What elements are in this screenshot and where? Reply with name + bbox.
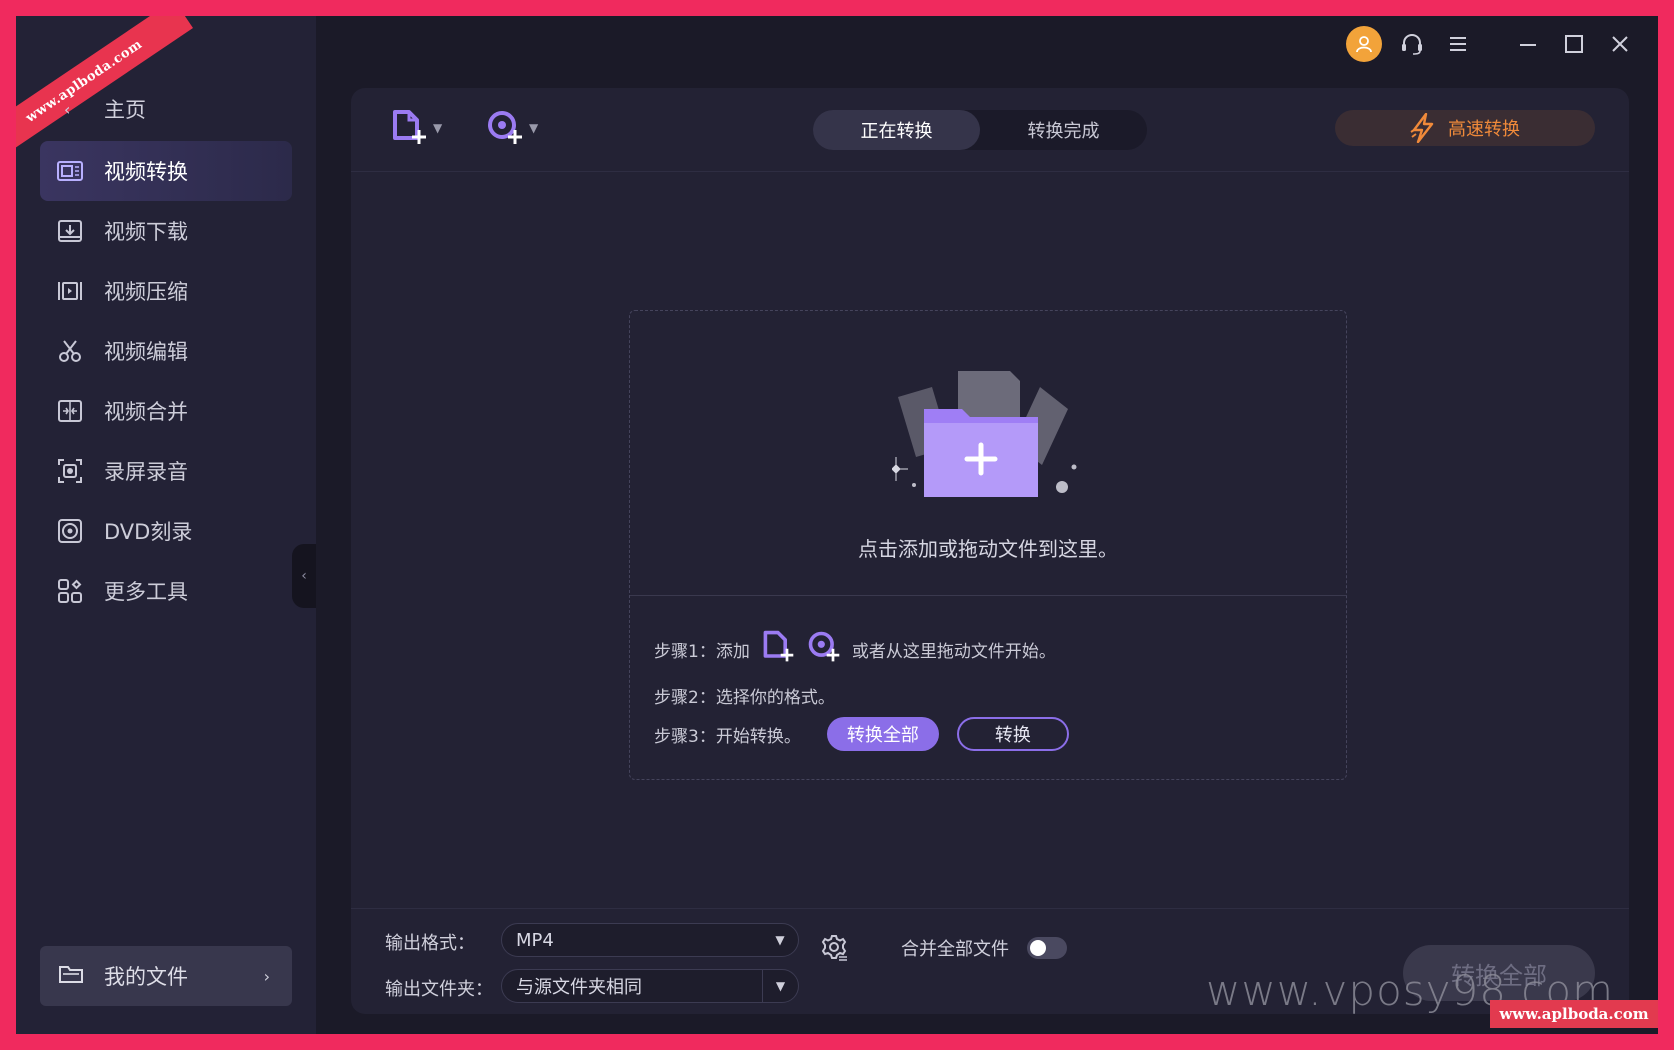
folder-plus-icon [884, 371, 1077, 497]
close-button[interactable] [1604, 28, 1636, 60]
settings-gear-icon [821, 935, 847, 961]
minimize-button[interactable] [1512, 28, 1544, 60]
add-file-icon[interactable] [760, 629, 796, 670]
window-controls [1346, 26, 1636, 62]
home-link[interactable]: ‹ 主页 [64, 94, 146, 124]
format-settings-button[interactable] [819, 933, 849, 967]
sidebar-nav: 视频转换 视频下载 视频压缩 视频编辑 视频合并 录屏录音 DVD刻录 更多工具 [40, 141, 292, 621]
support-button[interactable] [1396, 28, 1428, 60]
step3-text: 步骤3：开始转换。 [654, 726, 801, 747]
merge-all-files: 合并全部文件 [901, 935, 1067, 961]
screen-record-icon [56, 457, 84, 485]
step2-text: 步骤2：选择你的格式。 [654, 688, 835, 708]
sidebar-item-video-compress[interactable]: 视频压缩 [40, 261, 292, 321]
add-dvd-button[interactable]: ▼ [485, 108, 538, 148]
main-panel: ▼ ▼ 正在转换 转换完成 高速转换 点击添加或拖动文件到这里。 步骤1：添加 … [351, 88, 1629, 1014]
hamburger-menu-icon [1450, 37, 1466, 51]
sidebar-item-label: 视频下载 [104, 220, 188, 244]
add-disc-icon [488, 111, 522, 144]
compress-icon [56, 277, 84, 305]
chevron-down-icon: ▼ [775, 933, 785, 947]
tab-finished[interactable]: 转换完成 [980, 110, 1147, 150]
step-3: 步骤3：开始转换。 转换全部 转换 [654, 717, 1069, 751]
menu-button[interactable] [1442, 28, 1474, 60]
sidebar-item-screen-record[interactable]: 录屏录音 [40, 441, 292, 501]
app-window: www.aplboda.com ‹ 主页 视频转换 视频下载 视频压缩 视频编辑… [16, 16, 1658, 1034]
convert-button[interactable]: 转换 [956, 717, 1069, 751]
my-files-label: 我的文件 [104, 965, 188, 989]
sidebar-item-label: 录屏录音 [104, 460, 188, 484]
minimize-icon [1520, 44, 1536, 46]
turbo-convert-button[interactable]: 高速转换 [1335, 110, 1595, 146]
headset-icon [1402, 33, 1422, 55]
merge-icon [56, 397, 84, 425]
sidebar-item-video-download[interactable]: 视频下载 [40, 201, 292, 261]
sidebar-item-label: 视频编辑 [104, 340, 188, 364]
toggle-knob [1030, 940, 1046, 956]
folder-icon [58, 963, 84, 990]
chevron-left-icon: ‹ [64, 99, 71, 119]
convert-all-button[interactable]: 转换全部 [826, 717, 939, 751]
close-icon [1612, 36, 1628, 52]
chevron-right-icon: › [263, 966, 270, 986]
sidebar-collapse-handle[interactable]: ‹ [292, 544, 316, 608]
turbo-convert-label: 高速转换 [1448, 119, 1520, 140]
add-file-icon [393, 110, 426, 144]
step1-suffix: 或者从这里拖动文件开始。 [851, 642, 1056, 662]
user-icon [1356, 36, 1372, 53]
toolbar: ▼ ▼ 正在转换 转换完成 高速转换 [351, 88, 1629, 172]
sidebar-item-label: 更多工具 [104, 580, 188, 604]
sidebar-item-more-tools[interactable]: 更多工具 [40, 561, 292, 621]
folder-add-illustration[interactable] [884, 369, 1088, 505]
home-label: 主页 [104, 98, 146, 122]
step-1: 步骤1：添加 或者从这里拖动文件开始。 [654, 629, 1056, 670]
drop-zone[interactable]: 点击添加或拖动文件到这里。 步骤1：添加 或者从这里拖动文件开始。 步骤2：选择… [629, 310, 1347, 780]
sidebar: www.aplboda.com ‹ 主页 视频转换 视频下载 视频压缩 视频编辑… [16, 16, 316, 1034]
tab-converting[interactable]: 正在转换 [813, 110, 980, 150]
step-2: 步骤2：选择你的格式。 [654, 683, 835, 708]
chevron-left-icon: ‹ [301, 568, 307, 584]
merge-toggle[interactable] [1027, 937, 1067, 959]
output-folder-label: 输出文件夹： [385, 979, 493, 1000]
grid-icon [56, 577, 84, 605]
sidebar-item-label: 视频合并 [104, 400, 188, 424]
maximize-icon [1565, 35, 1583, 53]
sidebar-item-video-convert[interactable]: 视频转换 [40, 141, 292, 201]
chevron-down-icon[interactable]: ▼ [433, 121, 442, 135]
divider [630, 595, 1346, 596]
output-format-select[interactable]: MP4 ▼ [501, 923, 799, 957]
add-files-button[interactable]: ▼ [389, 108, 442, 148]
download-icon [56, 217, 84, 245]
watermark-badge: www.aplboda.com [1490, 1000, 1658, 1028]
user-avatar[interactable] [1346, 26, 1382, 62]
video-convert-icon [56, 157, 84, 185]
drop-hint: 点击添加或拖动文件到这里。 [858, 537, 1118, 561]
disc-icon [56, 517, 84, 545]
chevron-down-icon[interactable]: ▼ [762, 970, 798, 1002]
output-folder-select[interactable]: 与源文件夹相同 ▼ [501, 969, 799, 1003]
maximize-button[interactable] [1558, 28, 1590, 60]
my-files-button[interactable]: 我的文件 › [40, 946, 292, 1006]
add-disc-icon[interactable] [806, 629, 842, 670]
sidebar-item-label: DVD刻录 [104, 520, 193, 544]
chevron-down-icon[interactable]: ▼ [529, 121, 538, 135]
scissors-icon [56, 337, 84, 365]
sidebar-item-video-edit[interactable]: 视频编辑 [40, 321, 292, 381]
output-folder-value: 与源文件夹相同 [516, 977, 642, 998]
step1-prefix: 步骤1：添加 [654, 642, 750, 662]
conversion-tabs: 正在转换 转换完成 [813, 110, 1147, 150]
sidebar-item-label: 视频压缩 [104, 280, 188, 304]
sidebar-item-label: 视频转换 [104, 160, 188, 184]
sidebar-item-dvd-burn[interactable]: DVD刻录 [40, 501, 292, 561]
lightning-icon [1410, 113, 1434, 143]
sidebar-item-video-merge[interactable]: 视频合并 [40, 381, 292, 441]
merge-label: 合并全部文件 [901, 939, 1009, 960]
output-format-label: 输出格式： [385, 933, 475, 954]
output-format-value: MP4 [516, 929, 554, 951]
